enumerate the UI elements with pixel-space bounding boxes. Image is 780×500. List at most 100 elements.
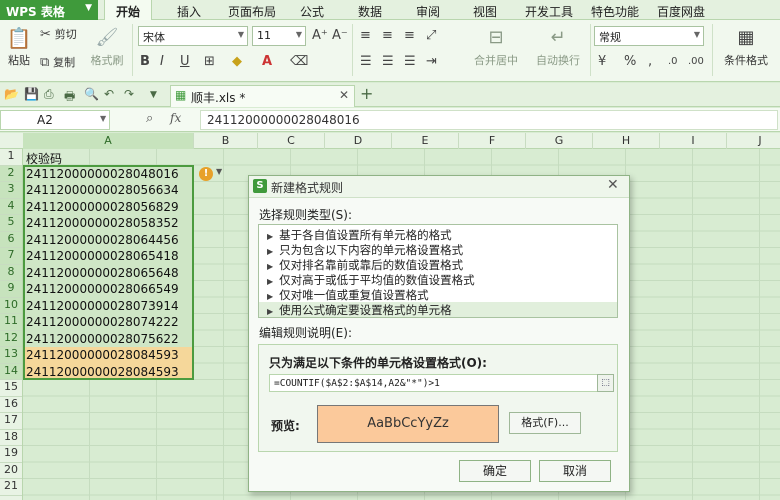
row-header[interactable]: 10 <box>0 297 22 314</box>
app-menu-button[interactable]: WPS 表格 ▼ <box>0 0 98 20</box>
number-format-select[interactable]: 常规 ▼ <box>594 26 704 46</box>
align-right-icon[interactable]: ☰ <box>404 54 416 70</box>
header-cell[interactable]: 校验码 <box>23 149 194 166</box>
row-header[interactable]: 15 <box>0 380 22 397</box>
column-header-d[interactable]: D <box>325 133 392 149</box>
fx-icon[interactable]: fx <box>170 111 181 125</box>
column-header-f[interactable]: F <box>459 133 526 149</box>
row-header[interactable]: 1 <box>0 149 22 166</box>
row-header[interactable]: 21 <box>0 479 22 496</box>
row-header[interactable]: 7 <box>0 248 22 265</box>
indent-icon[interactable]: ⇥ <box>426 54 437 70</box>
percent-icon[interactable]: % <box>624 54 636 70</box>
rule-type-item[interactable]: ▶ 仅对唯一值或重复值设置格式 <box>259 287 617 302</box>
save-icon[interactable]: 💾 <box>24 87 39 101</box>
tab-home[interactable]: 开始 <box>104 0 152 20</box>
column-header-i[interactable]: I <box>660 133 727 149</box>
row-header[interactable]: 13 <box>0 347 22 364</box>
tab-insert[interactable]: 插入 <box>165 0 213 20</box>
rule-type-list[interactable]: ▶ 基于各自值设置所有单元格的格式 ▶ 只为包含以下内容的单元格设置格式 ▶ 仅对排名靠前… <box>258 224 618 318</box>
rule-type-item[interactable]: ▶ 只为包含以下内容的单元格设置格式 <box>259 242 617 257</box>
increase-decimal-icon[interactable]: .0 <box>668 54 678 70</box>
row-header[interactable]: 20 <box>0 463 22 479</box>
tab-review[interactable]: 审阅 <box>408 0 448 20</box>
row-header[interactable]: 6 <box>0 231 22 248</box>
chevron-down-icon[interactable]: ▼ <box>100 114 106 123</box>
shrink-font-icon[interactable]: A⁻ <box>332 28 348 44</box>
font-family-select[interactable]: 宋体 ▼ <box>138 26 248 46</box>
format-painter-button[interactable]: 🖌 格式刷 <box>88 24 126 76</box>
align-middle-icon[interactable]: ≡ <box>382 28 393 44</box>
row-header[interactable]: 17 <box>0 413 22 430</box>
copy-button[interactable]: ⧉ 复制 <box>40 54 75 71</box>
row-header[interactable]: 2 <box>0 165 22 182</box>
column-header-e[interactable]: E <box>392 133 459 149</box>
tab-developer[interactable]: 开发工具 <box>518 0 580 20</box>
row-header[interactable]: 19 <box>0 446 22 463</box>
open-icon[interactable]: 📂 <box>4 87 19 101</box>
currency-icon[interactable]: ¥ <box>598 54 606 70</box>
preview-icon[interactable]: 🔍 <box>84 87 99 101</box>
italic-icon[interactable]: I <box>160 54 164 70</box>
tab-baidu-netdisk[interactable]: 百度网盘 <box>650 0 712 20</box>
redo-icon[interactable]: ↷ <box>124 87 134 101</box>
zoom-icon[interactable]: ⌕ <box>146 111 153 126</box>
rule-type-item[interactable]: ▶ 仅对高于或低于平均值的数值设置格式 <box>259 272 617 287</box>
clear-format-icon[interactable]: ⌫ <box>290 54 308 70</box>
tab-view[interactable]: 视图 <box>465 0 505 20</box>
row-header[interactable]: 11 <box>0 314 22 331</box>
paste-button[interactable]: 📋 粘贴 <box>4 24 34 76</box>
chevron-down-icon[interactable]: ▼ <box>216 167 222 176</box>
tab-page-layout[interactable]: 页面布局 <box>220 0 284 20</box>
column-header-c[interactable]: C <box>258 133 325 149</box>
row-header[interactable]: 5 <box>0 215 22 232</box>
format-button[interactable]: 格式(F)... <box>509 412 581 434</box>
font-size-select[interactable]: 11 ▼ <box>252 26 306 46</box>
thousands-icon[interactable]: , <box>648 54 652 70</box>
formula-input[interactable]: =COUNTIF($A$2:$A$14,A2&"*")>1 <box>269 374 599 392</box>
decrease-decimal-icon[interactable]: .00 <box>688 54 704 70</box>
grow-font-icon[interactable]: A⁺ <box>312 28 328 44</box>
range-select-icon[interactable]: ⬚ <box>597 374 614 392</box>
row-header[interactable]: 8 <box>0 264 22 281</box>
tab-data[interactable]: 数据 <box>350 0 390 20</box>
close-icon[interactable]: ✕ <box>607 177 619 193</box>
formula-input[interactable]: 24112000000028048016 <box>200 110 778 130</box>
font-color-icon[interactable]: A <box>262 54 272 70</box>
rule-type-item[interactable]: ▶ 使用公式确定要设置格式的单元格 <box>259 302 617 317</box>
rule-type-item[interactable]: ▶ 仅对排名靠前或靠后的数值设置格式 <box>259 257 617 272</box>
row-header[interactable]: 9 <box>0 281 22 298</box>
dialog-title-bar[interactable]: S 新建格式规则 ✕ <box>249 176 629 198</box>
name-box[interactable]: A2 <box>0 110 110 130</box>
print-icon[interactable]: 🖶 <box>64 87 75 108</box>
border-icon[interactable]: ⊞ <box>204 54 215 70</box>
column-header-j[interactable]: J <box>727 133 780 149</box>
align-left-icon[interactable]: ☰ <box>360 54 372 70</box>
align-top-icon[interactable]: ≡ <box>360 28 371 44</box>
undo-icon[interactable]: ↶ <box>104 87 114 101</box>
orientation-icon[interactable]: ⤢ <box>426 28 436 44</box>
column-header-b[interactable]: B <box>194 133 258 149</box>
tab-special[interactable]: 特色功能 <box>584 0 646 20</box>
row-header[interactable]: 12 <box>0 330 22 347</box>
bold-icon[interactable]: B <box>140 54 150 70</box>
column-header-h[interactable]: H <box>593 133 660 149</box>
close-icon[interactable]: ✕ <box>339 88 349 102</box>
row-header[interactable]: 4 <box>0 198 22 215</box>
export-pdf-icon[interactable]: ⎙ <box>44 87 54 102</box>
conditional-format-button[interactable]: ▦ 条件格式 <box>716 24 776 76</box>
new-tab-icon[interactable]: + <box>360 84 373 103</box>
cancel-button[interactable]: 取消 <box>539 460 611 482</box>
align-bottom-icon[interactable]: ≡ <box>404 28 415 44</box>
row-header[interactable]: 18 <box>0 430 22 446</box>
file-tab[interactable]: ▦ 顺丰.xls * ✕ <box>170 85 355 107</box>
row-header[interactable]: 16 <box>0 397 22 413</box>
ok-button[interactable]: 确定 <box>459 460 531 482</box>
error-warning-icon[interactable]: ! <box>199 167 213 181</box>
row-header[interactable]: 3 <box>0 182 22 199</box>
align-center-icon[interactable]: ☰ <box>382 54 394 70</box>
cut-button[interactable]: ✂ 剪切 <box>40 26 77 43</box>
merge-center-button[interactable]: ⊟ 合并居中 <box>466 24 526 76</box>
row-header[interactable]: 14 <box>0 363 22 380</box>
fill-color-icon[interactable]: ◆ <box>232 54 242 70</box>
